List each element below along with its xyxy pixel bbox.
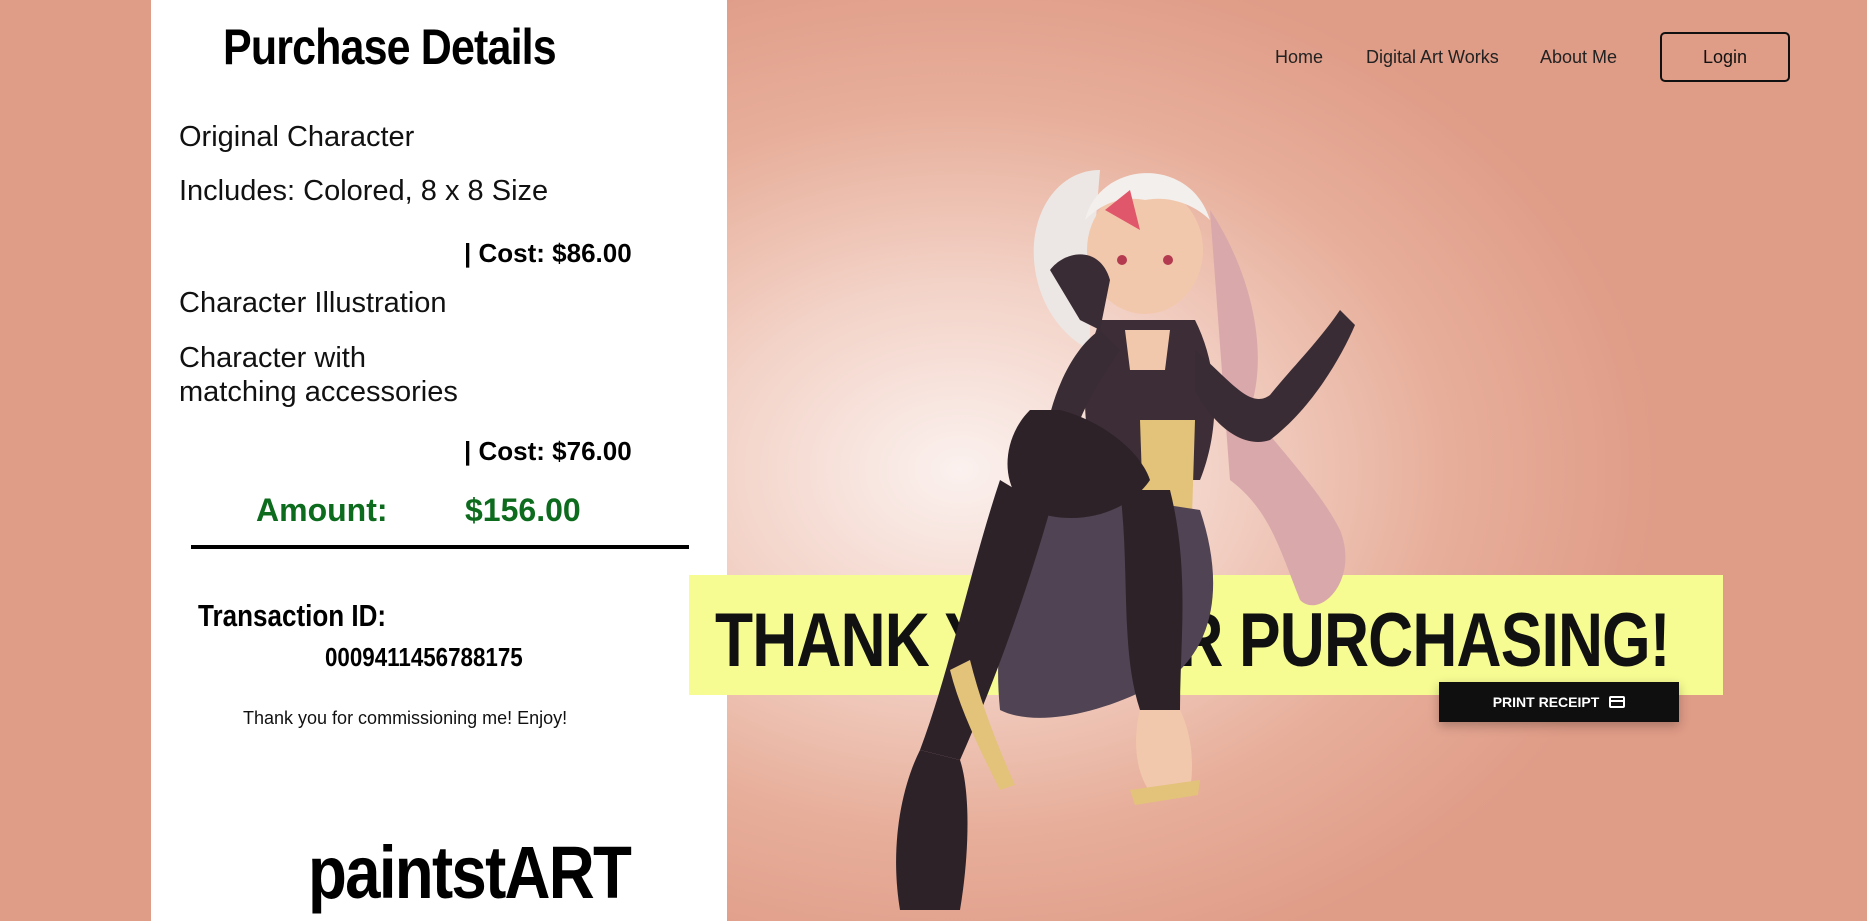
transaction-id: 0009411456788175 [325,642,523,672]
credit-card-icon [1609,696,1626,708]
item-2-cost: | Cost: $76.00 [464,436,632,466]
amount-label: Amount: [256,492,388,528]
item-2-description-line1: Character with [179,342,366,374]
item-1-name: Original Character [179,121,415,153]
item-2-name: Character Illustration [179,287,447,319]
item-1-cost: | Cost: $86.00 [464,238,632,268]
print-receipt-button[interactable]: PRINT RECEIPT [1439,682,1679,722]
amount-value: $156.00 [465,492,581,528]
nav-digital-art-works[interactable]: Digital Art Works [1366,47,1499,68]
receipt-panel: Purchase Details Original Character Incl… [151,0,727,921]
transaction-label: Transaction ID: [198,598,387,633]
thanks-note: Thank you for commissioning me! Enjoy! [243,708,568,728]
nav-home[interactable]: Home [1275,47,1323,68]
item-1-description: Includes: Colored, 8 x 8 Size [179,175,549,207]
receipt-title: Purchase Details [223,19,557,75]
print-receipt-label: PRINT RECEIPT [1492,694,1600,710]
character-illustration [896,170,1355,910]
item-2-description-line2: matching accessories [179,376,458,408]
brand-logo: paintstART [308,831,632,914]
divider [191,545,689,549]
login-button[interactable]: Login [1660,32,1790,82]
nav-about-me[interactable]: About Me [1540,47,1617,68]
